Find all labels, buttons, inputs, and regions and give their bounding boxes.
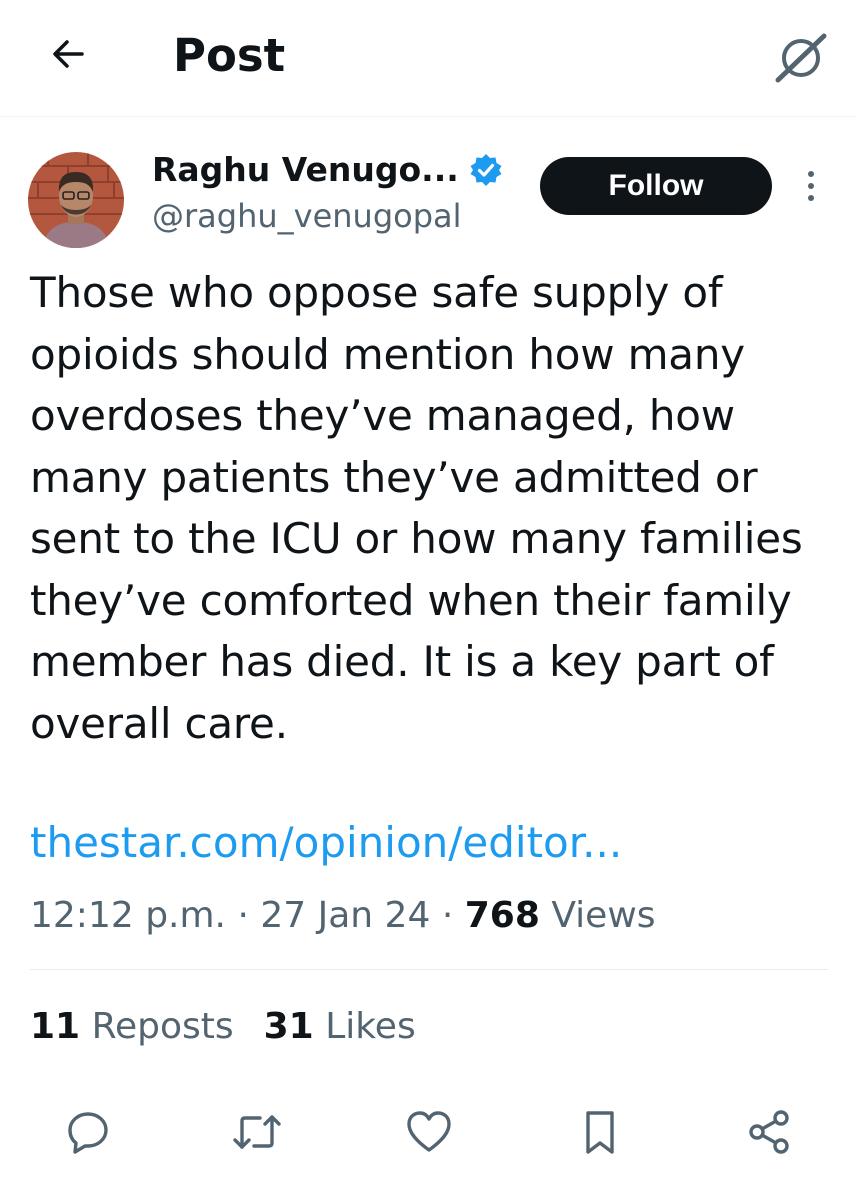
post-text: Those who oppose safe supply of opioids … [30,268,803,748]
share-button[interactable] [737,1100,801,1164]
reply-icon [68,1112,108,1154]
views-count: 768 [464,895,540,936]
back-button[interactable] [44,30,92,78]
like-button[interactable] [397,1100,461,1164]
more-dot [808,195,814,201]
share-icon [749,1110,789,1154]
verified-badge-icon [470,154,502,186]
post-stats: 11 Reposts 31 Likes [30,1002,416,1052]
reposts-label: Reposts [91,1006,234,1047]
more-dot [808,183,814,189]
bookmark-icon [586,1111,614,1154]
reposts-count: 11 [30,1006,81,1047]
like-icon [407,1111,451,1152]
grok-button[interactable] [768,28,832,88]
post-link[interactable]: thestar.com/opinion/editor... [30,815,622,871]
avatar-image [28,152,124,248]
arrow-left-icon [53,40,84,68]
meta-separator: · [441,895,454,936]
page-title: Post [173,29,286,82]
post-time[interactable]: 12:12 p.m. [30,895,226,936]
avatar[interactable] [28,152,124,248]
top-bar: Post [0,0,857,116]
meta-separator: · [237,895,249,936]
likes-label: Likes [325,1006,416,1047]
action-bar [0,1100,857,1164]
reply-button[interactable] [56,1100,120,1164]
follow-button[interactable]: Follow [540,157,772,215]
header-divider [0,116,857,117]
author-display-name[interactable]: Raghu Venugo... [152,148,459,192]
post-date[interactable]: 27 Jan 24 [260,895,430,936]
views-label: Views [551,895,656,936]
author-name-row[interactable]: Raghu Venugo... [152,146,503,194]
author-handle[interactable]: @raghu_venugopal [152,194,462,238]
repost-button[interactable] [225,1100,289,1164]
post-meta: 12:12 p.m. · 27 Jan 24 · 768 Views [30,890,656,942]
repost-icon [233,1115,281,1149]
likes-stat[interactable]: 31 Likes [264,1002,416,1052]
stats-divider [30,969,828,970]
likes-count: 31 [263,1006,314,1047]
reposts-stat[interactable]: 11 Reposts [30,1002,234,1052]
more-dots-icon [808,171,814,177]
bookmark-button[interactable] [568,1100,632,1164]
more-options-button[interactable] [796,166,826,206]
grok-icon [775,33,827,83]
